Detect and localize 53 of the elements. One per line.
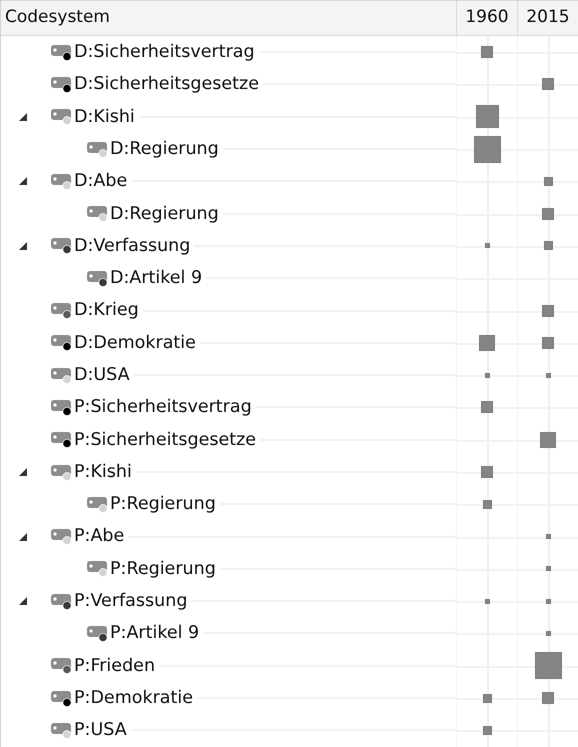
code-tag-icon <box>51 108 73 126</box>
code-label[interactable]: P:Kishi <box>74 458 132 486</box>
code-tag-icon <box>51 302 73 320</box>
code-tag-icon <box>87 140 109 158</box>
code-tag-icon <box>51 76 73 93</box>
column-header[interactable]: 1960 <box>456 1 517 35</box>
expanded-triangle-icon[interactable] <box>19 468 27 476</box>
code-label[interactable]: D:Krieg <box>74 297 139 324</box>
code-tag-icon <box>51 44 73 61</box>
code-label[interactable]: P:Sicherheitsvertrag <box>74 394 252 421</box>
code-label[interactable]: D:Kishi <box>74 104 135 130</box>
code-label[interactable]: D:Regierung <box>110 136 219 162</box>
code-label[interactable]: D:Abe <box>74 168 128 194</box>
code-label[interactable]: D:USA <box>74 362 130 388</box>
expanded-triangle-icon[interactable] <box>19 597 27 606</box>
code-tag-icon <box>87 270 109 287</box>
code-tag-icon <box>51 528 73 546</box>
code-tag-icon <box>51 398 73 416</box>
code-label[interactable]: D:Sicherheitsgesetze <box>74 71 259 98</box>
code-label[interactable]: P:Artikel 9 <box>110 620 200 647</box>
code-label[interactable]: D:Regierung <box>110 200 219 227</box>
code-tag-icon <box>51 172 73 190</box>
expanded-triangle-icon[interactable] <box>19 242 27 250</box>
code-label[interactable]: P:Abe <box>74 523 124 550</box>
code-tag-icon <box>87 560 109 578</box>
code-label[interactable]: P:Regierung <box>110 556 216 582</box>
code-label[interactable]: D:Verfassung <box>74 232 190 260</box>
code-label[interactable]: P:Verfassung <box>74 588 188 614</box>
column-header[interactable]: Codesystem <box>1 1 456 35</box>
expanded-triangle-icon[interactable] <box>19 532 27 541</box>
column-header[interactable]: 2015 <box>517 1 578 35</box>
expanded-triangle-icon[interactable] <box>19 112 27 121</box>
code-label[interactable]: D:Artikel 9 <box>110 265 202 292</box>
code-tag-icon <box>87 624 109 642</box>
code-tag-icon <box>51 334 73 352</box>
code-label[interactable]: P:Sicherheitsgesetze <box>74 426 256 453</box>
code-tag-icon <box>87 496 109 513</box>
code-tag-icon <box>51 690 73 707</box>
code-label[interactable]: P:Frieden <box>74 652 156 679</box>
expanded-triangle-icon[interactable] <box>19 177 27 186</box>
code-label[interactable]: D:Sicherheitsvertrag <box>74 39 255 66</box>
code-tag-icon <box>51 592 73 610</box>
code-tag-icon <box>51 464 73 480</box>
code-label[interactable]: D:Demokratie <box>74 330 196 356</box>
code-label[interactable]: P:Regierung <box>110 491 216 518</box>
code-label[interactable]: P:Demokratie <box>74 684 193 712</box>
code-tag-icon <box>51 657 73 674</box>
code-tag-icon <box>51 431 73 448</box>
code-tag-icon <box>51 722 73 739</box>
code-tag-icon <box>51 366 73 384</box>
code-label[interactable]: P:USA <box>74 717 127 744</box>
code-tag-icon <box>51 237 73 254</box>
code-tag-icon <box>87 205 109 222</box>
